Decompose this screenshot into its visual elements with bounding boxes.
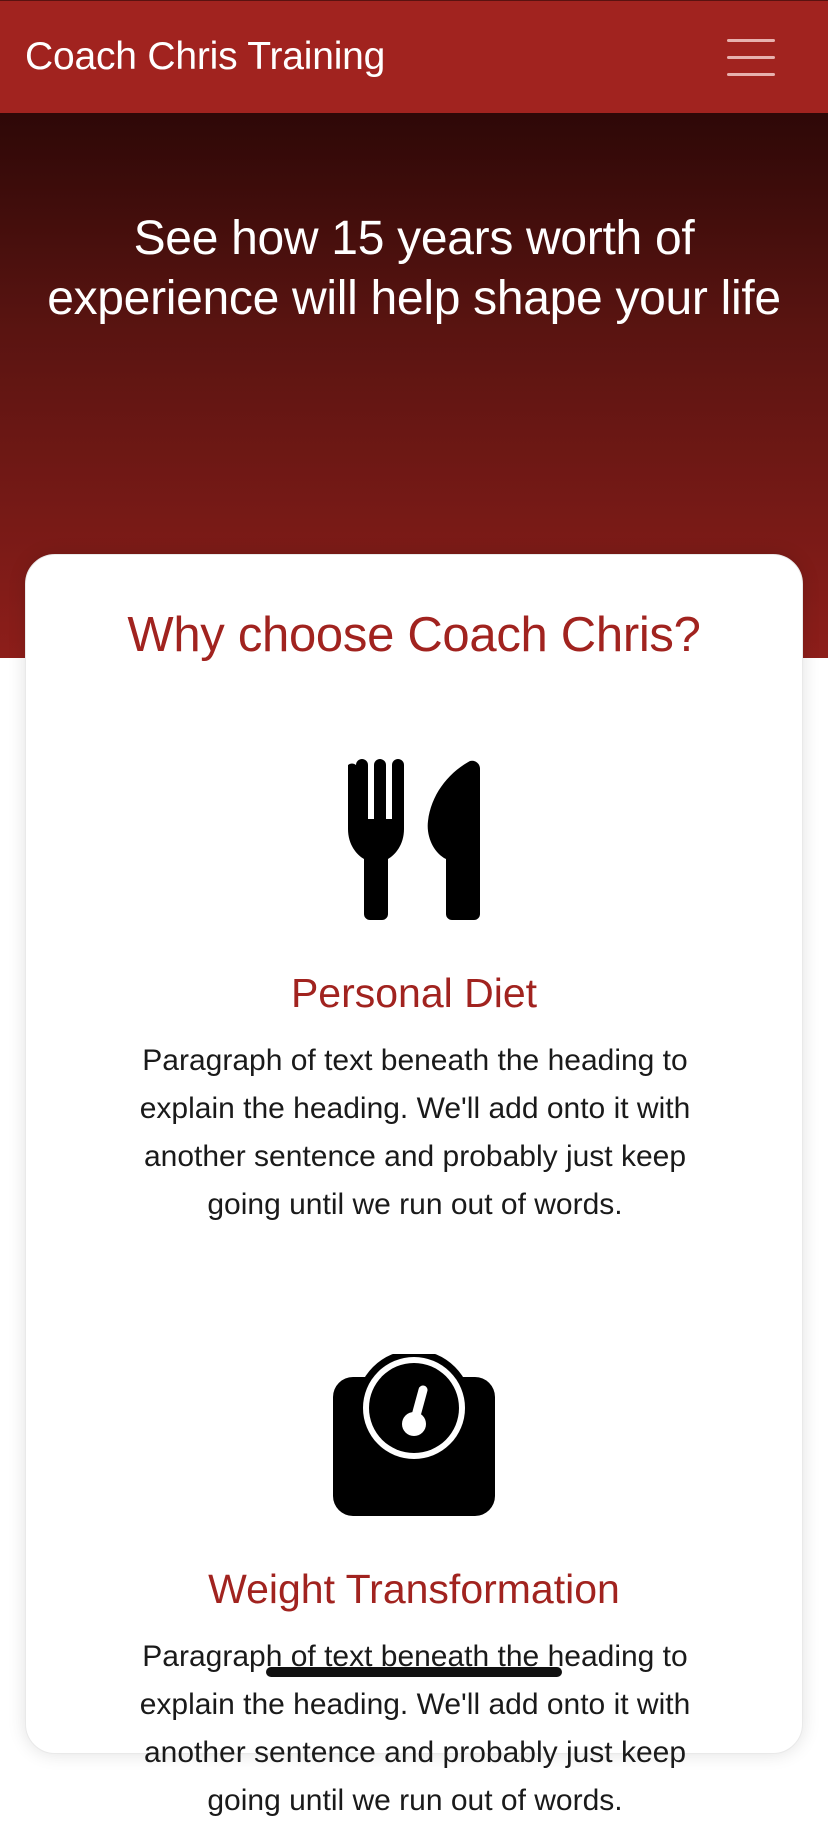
- home-indicator: [266, 1667, 562, 1677]
- weight-scale-icon: [26, 1354, 802, 1521]
- hero-title-line2: experience will help shape your life: [47, 272, 781, 325]
- hero-title-line1: See how 15 years worth of: [133, 212, 695, 265]
- hero-title: See how 15 years worth of experience wil…: [0, 209, 828, 329]
- feature-text-weight-transformation: Paragraph of text beneath the heading to…: [139, 1640, 691, 1817]
- menu-toggle-button[interactable]: [715, 29, 787, 87]
- utensils-icon: [26, 759, 802, 928]
- feature-heading-weight-transformation: Weight Transformation: [208, 1566, 620, 1612]
- feature-heading-personal-diet: Personal Diet: [290, 970, 538, 1016]
- section-title: Why choose Coach Chris?: [127, 608, 701, 662]
- hamburger-menu-icon: [727, 39, 775, 42]
- why-choose-card: Why choose Coach Chris? Personal Diet Pa…: [25, 554, 803, 1817]
- navbar: Coach Chris Training: [0, 0, 828, 113]
- brand-link[interactable]: Coach Chris Training: [25, 33, 385, 81]
- feature-text-personal-diet: Paragraph of text beneath the heading to…: [139, 1044, 691, 1221]
